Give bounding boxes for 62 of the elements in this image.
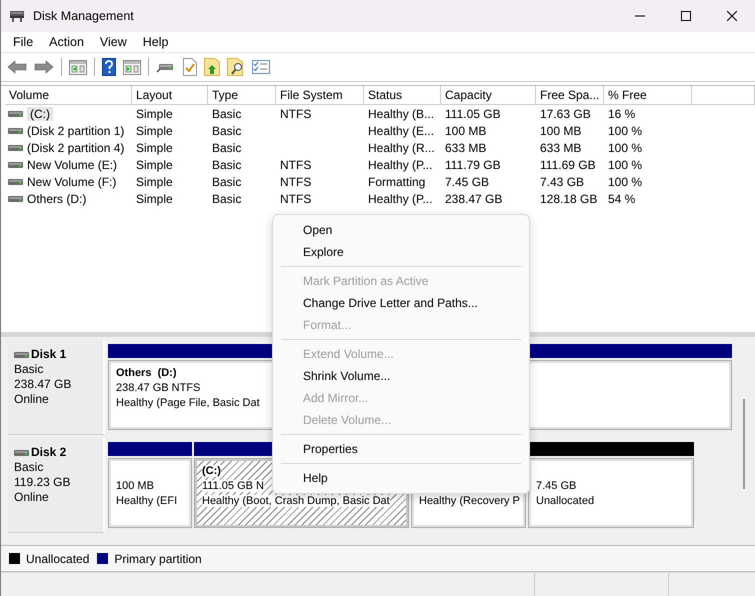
disk-size: 238.47 GB — [14, 377, 72, 391]
table-cell: Basic — [212, 158, 242, 172]
table-cell: 100 MB — [540, 124, 582, 138]
disk-status: Online — [14, 490, 49, 504]
table-cell: 54 % — [608, 192, 636, 206]
table-cell: 100 % — [608, 174, 642, 188]
partition-status: Unallocated — [536, 495, 594, 507]
table-cell: 17.63 GB — [540, 106, 591, 120]
table-cell: Simple — [136, 158, 173, 172]
table-cell: Formatting — [368, 174, 426, 188]
legend-label: Unallocated — [26, 552, 90, 566]
table-cell: NTFS — [280, 158, 312, 172]
table-cell: 111.05 GB — [445, 106, 501, 120]
table-cell: Healthy (E... — [368, 124, 434, 138]
table-cell: Simple — [136, 192, 173, 206]
table-cell: 633 MB — [445, 140, 486, 154]
table-cell: 100 % — [608, 124, 642, 138]
table-cell: NTFS — [280, 106, 312, 120]
table-cell: Basic — [212, 106, 242, 120]
disk-name: Disk 2 — [31, 445, 66, 460]
table-cell: 100 % — [608, 140, 642, 154]
table-cell: Healthy (B... — [368, 106, 434, 120]
partition-size: 111.05 GB N — [202, 480, 264, 492]
table-cell: NTFS — [280, 174, 312, 188]
table-cell: 100 % — [608, 158, 642, 172]
table-cell: 111.79 GB — [445, 158, 501, 172]
partition-size: 7.45 GB — [536, 480, 576, 492]
table-cell: Basic — [212, 174, 242, 188]
table-cell: 7.43 GB — [540, 174, 584, 188]
table-cell: Healthy (P... — [368, 158, 432, 172]
partition-status: Healthy (Recovery P — [419, 495, 520, 507]
table-cell: 16 % — [608, 106, 636, 120]
table-cell: 7.45 GB — [445, 174, 490, 188]
table-cell: Simple — [136, 174, 173, 188]
legend-label: Primary partition — [114, 552, 202, 566]
table-cell: 633 MB — [540, 140, 582, 154]
disk-type: Basic — [14, 362, 44, 376]
table-cell: Simple — [136, 140, 173, 154]
partition-status: Healthy (EFI — [116, 495, 178, 507]
table-cell: 128.18 GB — [540, 192, 598, 206]
table-cell: Healthy (P... — [368, 192, 432, 206]
table-cell: Healthy (R... — [368, 140, 435, 154]
disk-type: Basic — [14, 460, 44, 474]
partition-size: 238.47 GB NTFS — [116, 382, 200, 394]
window-title: Disk Management — [33, 9, 134, 23]
table-cell: Simple — [136, 124, 173, 138]
table-cell: NTFS — [280, 192, 312, 206]
disk-size: 119.23 GB — [14, 475, 70, 489]
partition-label: (C:) — [202, 465, 221, 477]
table-cell: Basic — [212, 124, 242, 138]
partition-status: Healthy (Boot, Crash Dump, Basic Dat — [202, 495, 390, 507]
disk-status: Online — [14, 392, 49, 406]
table-cell: 100 MB — [445, 124, 486, 138]
disk-name: Disk 1 — [31, 347, 66, 362]
partition-label: Others (D:) — [116, 367, 176, 379]
partition-size: 100 MB — [116, 480, 154, 492]
partition-status: Healthy (Page File, Basic Dat — [116, 397, 260, 409]
table-cell: 238.47 GB — [445, 192, 502, 206]
table-cell: Basic — [212, 140, 242, 154]
table-cell: Basic — [212, 192, 242, 206]
table-cell: 111.69 GB — [540, 158, 596, 172]
table-cell: Simple — [136, 106, 173, 120]
